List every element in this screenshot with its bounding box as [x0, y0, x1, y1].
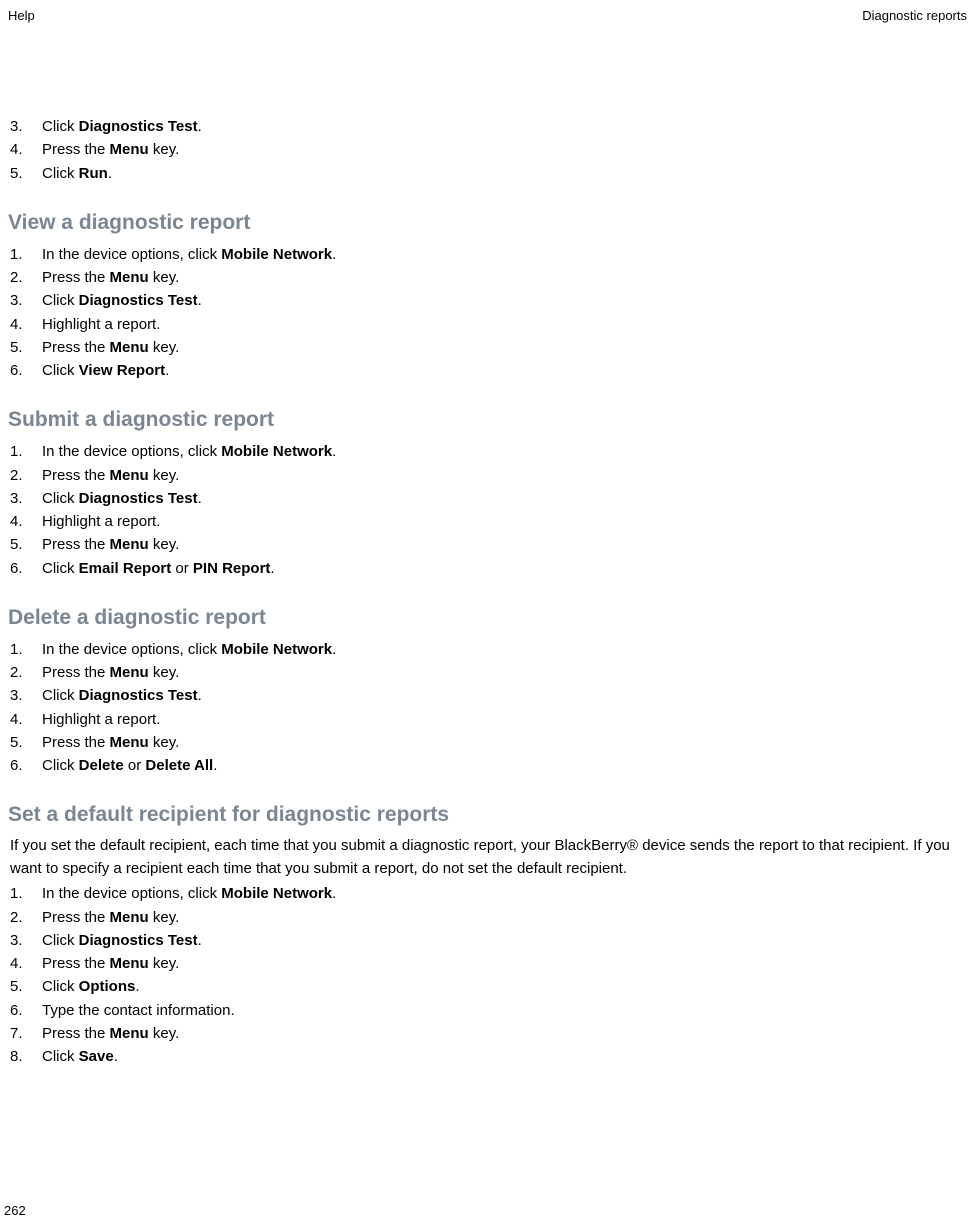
- bold-term: Options: [79, 978, 136, 995]
- section-heading: Submit a diagnostic report: [8, 408, 967, 432]
- bold-term: Diagnostics Test: [79, 292, 198, 309]
- steps-list: In the device options, click Mobile Netw…: [8, 243, 967, 383]
- list-item: Press the Menu key.: [8, 266, 967, 289]
- list-item: Press the Menu key.: [8, 906, 967, 929]
- steps-list: In the device options, click Mobile Netw…: [8, 440, 967, 580]
- list-item: Press the Menu key.: [8, 533, 967, 556]
- list-item: Click Delete or Delete All.: [8, 754, 967, 777]
- bold-term: View Report: [79, 362, 165, 379]
- header-left: Help: [8, 8, 35, 23]
- bold-term: Diagnostics Test: [79, 687, 198, 704]
- bold-term: Menu: [110, 467, 149, 484]
- list-item: Type the contact information.: [8, 999, 967, 1022]
- list-item: Highlight a report.: [8, 510, 967, 533]
- list-item: Highlight a report.: [8, 313, 967, 336]
- bold-term: Email Report: [79, 560, 172, 577]
- bold-term: Save: [79, 1048, 114, 1065]
- page-header: Help Diagnostic reports: [4, 8, 971, 23]
- section-heading: View a diagnostic report: [8, 211, 967, 235]
- bold-term: Diagnostics Test: [79, 118, 198, 135]
- bold-term: Diagnostics Test: [79, 490, 198, 507]
- bold-term: Mobile Network: [221, 443, 332, 460]
- list-item: Highlight a report.: [8, 708, 967, 731]
- header-right: Diagnostic reports: [862, 8, 967, 23]
- list-item: In the device options, click Mobile Netw…: [8, 243, 967, 266]
- bold-term: Menu: [110, 141, 149, 158]
- list-item: Click Diagnostics Test.: [8, 289, 967, 312]
- list-item: Click Save.: [8, 1045, 967, 1068]
- list-item: Click Email Report or PIN Report.: [8, 557, 967, 580]
- bold-term: Diagnostics Test: [79, 932, 198, 949]
- section-heading: Set a default recipient for diagnostic r…: [8, 803, 967, 827]
- bold-term: Menu: [110, 909, 149, 926]
- list-item: Press the Menu key.: [8, 661, 967, 684]
- list-item: In the device options, click Mobile Netw…: [8, 882, 967, 905]
- bold-term: Menu: [110, 339, 149, 356]
- section-intro: If you set the default recipient, each t…: [8, 835, 967, 880]
- steps-list: In the device options, click Mobile Netw…: [8, 882, 967, 1068]
- steps-list: In the device options, click Mobile Netw…: [8, 638, 967, 778]
- bold-term: Menu: [110, 269, 149, 286]
- bold-term: Menu: [110, 664, 149, 681]
- list-item: Click Diagnostics Test.: [8, 684, 967, 707]
- list-item: Click Diagnostics Test.: [8, 487, 967, 510]
- section-heading: Delete a diagnostic report: [8, 606, 967, 630]
- list-item: Press the Menu key.: [8, 336, 967, 359]
- bold-term: Mobile Network: [221, 246, 332, 263]
- list-item: Click View Report.: [8, 359, 967, 382]
- list-item: Press the Menu key.: [8, 731, 967, 754]
- bold-term: Delete: [79, 757, 124, 774]
- page-content: Click Diagnostics Test.Press the Menu ke…: [4, 115, 971, 1068]
- bold-term: Menu: [110, 734, 149, 751]
- list-item: Press the Menu key.: [8, 952, 967, 975]
- list-item: Click Diagnostics Test.: [8, 929, 967, 952]
- bold-term: Menu: [110, 536, 149, 553]
- bold-term: Menu: [110, 955, 149, 972]
- bold-term: Menu: [110, 1025, 149, 1042]
- list-item: Press the Menu key.: [8, 464, 967, 487]
- bold-term: PIN Report: [193, 560, 271, 577]
- list-item: In the device options, click Mobile Netw…: [8, 638, 967, 661]
- page-number: 262: [4, 1203, 26, 1218]
- list-item: Press the Menu key.: [8, 1022, 967, 1045]
- list-item: In the device options, click Mobile Netw…: [8, 440, 967, 463]
- bold-term: Run: [79, 165, 108, 182]
- bold-term: Delete All: [145, 757, 213, 774]
- list-item: Press the Menu key.: [8, 138, 967, 161]
- list-item: Click Run.: [8, 162, 967, 185]
- list-item: Click Options.: [8, 975, 967, 998]
- bold-term: Mobile Network: [221, 885, 332, 902]
- continuation-list: Click Diagnostics Test.Press the Menu ke…: [8, 115, 967, 185]
- bold-term: Mobile Network: [221, 641, 332, 658]
- list-item: Click Diagnostics Test.: [8, 115, 967, 138]
